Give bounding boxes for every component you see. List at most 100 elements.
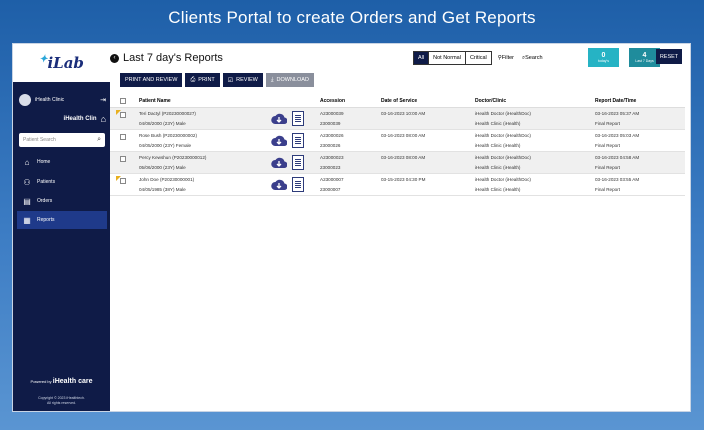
user-row: iHealth Clinic ⇥ bbox=[19, 92, 106, 108]
segment-critical[interactable]: Critical bbox=[466, 52, 491, 64]
stat-label: Last 7 Days bbox=[635, 59, 654, 63]
orders-icon: ▤ bbox=[23, 196, 31, 206]
sidebar: ✦iLab iHealth Clinic ⇥ iHealth Clin ⌂ Pa… bbox=[13, 44, 110, 411]
stat-label: today's bbox=[598, 59, 609, 63]
filter-label: Filter bbox=[501, 55, 515, 61]
app-window: ✦iLab iHealth Clinic ⇥ iHealth Clin ⌂ Pa… bbox=[12, 43, 691, 412]
patient-name[interactable]: Percy Kewshun (P20230000012) bbox=[139, 155, 206, 160]
app-logo[interactable]: ✦iLab bbox=[39, 54, 84, 72]
patient-name[interactable]: Teri Dactyl (P20230000027) bbox=[139, 111, 196, 116]
button-label: DOWNLOAD bbox=[276, 77, 309, 83]
patient-name[interactable]: John Doe (P20230000001) bbox=[139, 177, 194, 182]
patient-dob: 04/05/1985 (38Y) Male bbox=[139, 187, 186, 192]
column-header[interactable]: Doctor/Clinic bbox=[475, 98, 506, 104]
print-button[interactable]: ⎙ PRINT bbox=[185, 73, 220, 87]
clinic-name: iHealth Clinic (iHealth) bbox=[475, 143, 521, 148]
select-all-checkbox[interactable] bbox=[120, 98, 126, 104]
brand-name: iHealth care bbox=[52, 378, 93, 385]
date-of-service: 03-16-2023 10:00 AM bbox=[381, 111, 426, 116]
patients-icon: ⚇ bbox=[23, 177, 31, 187]
column-header[interactable]: Report Date/Time bbox=[595, 98, 636, 104]
row-checkbox[interactable] bbox=[120, 156, 126, 162]
clinic-name: iHealth Clinic (iHealth) bbox=[475, 165, 521, 170]
date-of-service: 03-16-2023 08:00 AM bbox=[381, 133, 426, 138]
reports-table: Patient Name Accession Date of Service D… bbox=[110, 94, 685, 196]
cloud-download-icon[interactable] bbox=[271, 113, 287, 125]
action-toolbar: PRINT AND REVIEW ⎙ PRINT ☑ REVIEW ⤓ DOWN… bbox=[120, 73, 314, 87]
report-date: 03-16-2023 03:55 AM bbox=[595, 177, 640, 182]
button-label: REVIEW bbox=[236, 77, 258, 83]
check-icon: ☑ bbox=[227, 77, 234, 84]
back-icon[interactable]: ‹ bbox=[110, 53, 119, 63]
sidebar-item-label: Home bbox=[37, 159, 51, 165]
date-of-service: 03-15-2023 04:30 PM bbox=[381, 177, 426, 182]
sidebar-item-label: Patients bbox=[37, 179, 56, 185]
accession: A23000039 bbox=[320, 111, 344, 116]
reports-icon: ▦ bbox=[23, 215, 31, 225]
powered-by-label: Powered by bbox=[30, 379, 52, 384]
sidebar-item-patients[interactable]: ⚇ Patients bbox=[17, 173, 107, 191]
column-header[interactable]: Patient Name bbox=[139, 98, 171, 104]
download-button[interactable]: ⤓ DOWNLOAD bbox=[265, 73, 314, 87]
segment-all[interactable]: All bbox=[414, 52, 430, 64]
accession-number: 23000039 bbox=[320, 121, 341, 126]
report-document-icon[interactable] bbox=[292, 111, 304, 126]
table-row[interactable]: Teri Dactyl (P20230000027) 04/08/2000 (23… bbox=[110, 108, 685, 130]
filter-button[interactable]: ⚲ Filter bbox=[498, 55, 514, 61]
cloud-download-icon[interactable] bbox=[271, 157, 287, 169]
cloud-download-icon[interactable] bbox=[271, 135, 287, 147]
sidebar-item-orders[interactable]: ▤ Orders bbox=[17, 192, 107, 210]
segment-not-normal[interactable]: Not Normal bbox=[429, 52, 466, 64]
home-icon: ⌂ bbox=[24, 157, 30, 167]
table-row[interactable]: Rose Bush (P20230000002) 04/05/2000 (23Y)… bbox=[110, 130, 685, 152]
report-document-icon[interactable] bbox=[292, 155, 304, 170]
table-header: Patient Name Accession Date of Service D… bbox=[110, 94, 685, 108]
report-date: 03-16-2023 05:03 AM bbox=[595, 133, 640, 138]
stat-today[interactable]: 0 today's bbox=[588, 48, 619, 67]
stat-value: 0 bbox=[601, 52, 606, 59]
search-button[interactable]: ⌕ Search bbox=[522, 55, 543, 62]
report-status: Final Report bbox=[595, 143, 621, 148]
powered-by: Powered by iHealth care bbox=[13, 378, 110, 385]
sidebar-item-reports[interactable]: ▦ Reports bbox=[17, 211, 107, 229]
table-body: Teri Dactyl (P20230000027) 04/08/2000 (23… bbox=[110, 108, 685, 196]
row-checkbox[interactable] bbox=[120, 134, 126, 140]
stat-value: 4 bbox=[642, 52, 647, 59]
print-and-review-button[interactable]: PRINT AND REVIEW bbox=[120, 73, 183, 87]
patient-search-input[interactable]: Patient Search ⌕ bbox=[19, 133, 105, 147]
report-document-icon[interactable] bbox=[292, 133, 304, 148]
review-button[interactable]: ☑ REVIEW bbox=[222, 73, 263, 87]
row-checkbox[interactable] bbox=[120, 112, 126, 118]
report-date: 03-16-2023 04:58 AM bbox=[595, 155, 640, 160]
cloud-download-icon[interactable] bbox=[271, 179, 287, 191]
reset-button[interactable]: RESET bbox=[656, 49, 682, 64]
clinic-name: iHealth Clinic (iHealth) bbox=[475, 187, 521, 192]
search-label: Search bbox=[525, 55, 543, 61]
report-status: Final Report bbox=[595, 165, 621, 170]
avatar[interactable] bbox=[19, 94, 31, 106]
search-icon[interactable]: ⌕ bbox=[97, 136, 101, 144]
column-header[interactable]: Date of Service bbox=[381, 98, 417, 104]
home-icon[interactable]: ⌂ bbox=[101, 114, 106, 124]
table-row[interactable]: John Doe (P20230000001) 04/05/1985 (38Y) … bbox=[110, 174, 685, 196]
date-of-service: 03-16-2023 08:00 AM bbox=[381, 155, 426, 160]
sidebar-item-label: Reports bbox=[37, 217, 55, 223]
report-status: Final Report bbox=[595, 187, 621, 192]
patient-name[interactable]: Rose Bush (P20230000002) bbox=[139, 133, 197, 138]
logout-icon[interactable]: ⇥ bbox=[100, 96, 106, 104]
filter-bar: All Not Normal Critical ⚲ Filter ⌕ Searc… bbox=[413, 50, 543, 66]
banner-title: Clients Portal to create Orders and Get … bbox=[168, 8, 536, 27]
doctor-name: iHealth Doctor (iHealthDoc) bbox=[475, 155, 531, 160]
report-document-icon[interactable] bbox=[292, 177, 304, 192]
logo-area: ✦iLab bbox=[13, 44, 110, 82]
column-header[interactable]: Accession bbox=[320, 98, 345, 104]
sidebar-item-home[interactable]: ⌂ Home bbox=[17, 153, 107, 171]
doctor-name: iHealth Doctor (iHealthDoc) bbox=[475, 177, 531, 182]
table-row[interactable]: Percy Kewshun (P20230000012) 05/06/2000 (… bbox=[110, 152, 685, 174]
button-label: PRINT bbox=[198, 77, 215, 83]
clinic-row: iHealth Clin ⌂ bbox=[19, 112, 106, 126]
sidebar-item-label: Orders bbox=[37, 198, 53, 204]
row-checkbox[interactable] bbox=[120, 178, 126, 184]
page-title: Last 7 day's Reports bbox=[123, 52, 223, 64]
doctor-name: iHealth Doctor (iHealthDoc) bbox=[475, 133, 531, 138]
